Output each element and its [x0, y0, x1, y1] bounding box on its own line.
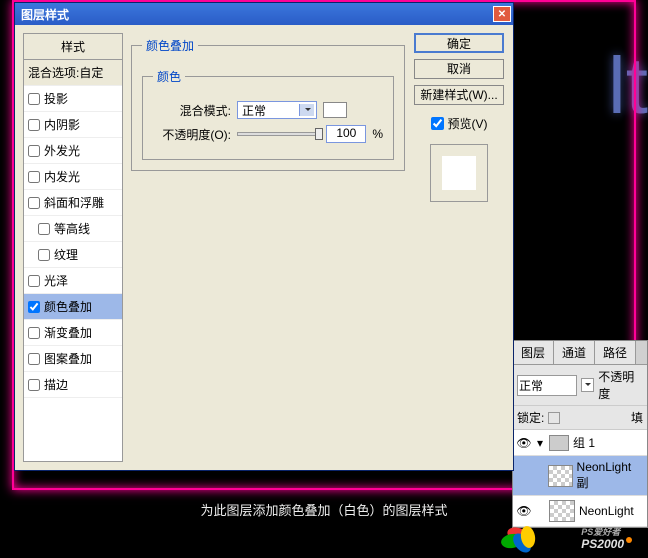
opacity-label: 不透明度(O):	[153, 126, 231, 143]
preview-checkbox[interactable]	[431, 117, 444, 130]
fill-label: 填	[631, 409, 643, 426]
styles-header[interactable]: 样式	[24, 34, 122, 60]
preview-checkbox-row[interactable]: 预览(V)	[431, 115, 488, 132]
slider-thumb[interactable]	[315, 128, 323, 140]
style-checkbox[interactable]	[28, 171, 40, 183]
style-item-内阴影[interactable]: 内阴影	[24, 112, 122, 138]
style-label: 投影	[44, 90, 68, 107]
tab-channels[interactable]: 通道	[554, 341, 595, 364]
style-label: 纹理	[54, 246, 78, 263]
style-label: 光泽	[44, 272, 68, 289]
style-item-光泽[interactable]: 光泽	[24, 268, 122, 294]
style-item-纹理[interactable]: 纹理	[24, 242, 122, 268]
blend-mode-dropdown[interactable]	[581, 378, 594, 392]
style-label: 外发光	[44, 142, 80, 159]
style-item-等高线[interactable]: 等高线	[24, 216, 122, 242]
style-checkbox[interactable]	[28, 93, 40, 105]
folder-icon	[549, 435, 569, 451]
color-swatch[interactable]	[323, 102, 347, 118]
color-overlay-fieldset: 颜色叠加 颜色 混合模式: 正常 不透明度(O): 100 %	[131, 37, 405, 171]
watermark-logo: PS爱好者 PS2000	[497, 524, 632, 554]
caption-text: 为此图层添加颜色叠加（白色）的图层样式	[0, 500, 648, 519]
color-legend: 颜色	[153, 68, 185, 85]
style-checkbox[interactable]	[28, 301, 40, 313]
opacity-slider[interactable]	[237, 132, 320, 136]
opacity-unit: %	[372, 127, 383, 141]
opacity-input[interactable]: 100	[326, 125, 366, 143]
layer-thumbnail	[548, 465, 573, 487]
style-checkbox[interactable]	[38, 223, 50, 235]
style-item-外发光[interactable]: 外发光	[24, 138, 122, 164]
dialog-title: 图层样式	[21, 6, 69, 23]
style-checkbox[interactable]	[28, 145, 40, 157]
style-checkbox[interactable]	[28, 379, 40, 391]
style-item-斜面和浮雕[interactable]: 斜面和浮雕	[24, 190, 122, 216]
style-label: 内发光	[44, 168, 80, 185]
style-item-内发光[interactable]: 内发光	[24, 164, 122, 190]
panel-tabs: 图层 通道 路径	[513, 341, 647, 365]
style-checkbox[interactable]	[28, 353, 40, 365]
visibility-icon[interactable]	[517, 469, 530, 483]
style-item-图案叠加[interactable]: 图案叠加	[24, 346, 122, 372]
lock-label: 锁定:	[517, 409, 544, 426]
style-label: 斜面和浮雕	[44, 194, 104, 211]
titlebar[interactable]: 图层样式 ✕	[15, 3, 513, 25]
style-item-描边[interactable]: 描边	[24, 372, 122, 398]
blend-mode-select[interactable]: 正常	[517, 375, 577, 396]
blend-mode-select[interactable]: 正常	[237, 101, 317, 119]
styles-list: 样式 混合选项:自定 投影内阴影外发光内发光斜面和浮雕等高线纹理光泽颜色叠加渐变…	[23, 33, 123, 462]
style-checkbox[interactable]	[28, 327, 40, 339]
style-item-颜色叠加[interactable]: 颜色叠加	[24, 294, 122, 320]
style-checkbox[interactable]	[28, 275, 40, 287]
group-name: 组 1	[573, 434, 595, 451]
tab-layers[interactable]: 图层	[513, 341, 554, 364]
layer-row[interactable]: NeonLight 副	[513, 456, 647, 496]
style-checkbox[interactable]	[28, 119, 40, 131]
preview-label: 预览(V)	[448, 115, 488, 132]
ok-button[interactable]: 确定	[414, 33, 504, 53]
style-item-投影[interactable]: 投影	[24, 86, 122, 112]
tab-paths[interactable]: 路径	[595, 341, 636, 364]
settings-panel: 颜色叠加 颜色 混合模式: 正常 不透明度(O): 100 %	[131, 33, 405, 462]
visibility-icon[interactable]: 👁	[517, 436, 531, 450]
style-label: 描边	[44, 376, 68, 393]
lock-transparency-icon[interactable]	[548, 412, 560, 424]
style-label: 等高线	[54, 220, 90, 237]
preview-swatch	[430, 144, 488, 202]
style-label: 颜色叠加	[44, 298, 92, 315]
blend-mode-label: 混合模式:	[153, 102, 231, 119]
style-checkbox[interactable]	[28, 197, 40, 209]
panel-legend: 颜色叠加	[142, 37, 198, 54]
layer-style-dialog: 图层样式 ✕ 样式 混合选项:自定 投影内阴影外发光内发光斜面和浮雕等高线纹理光…	[14, 2, 514, 471]
layer-group[interactable]: 👁 ▾ 组 1	[513, 430, 647, 456]
style-label: 内阴影	[44, 116, 80, 133]
color-fieldset: 颜色 混合模式: 正常 不透明度(O): 100 %	[142, 68, 394, 160]
cancel-button[interactable]: 取消	[414, 59, 504, 79]
style-item-渐变叠加[interactable]: 渐变叠加	[24, 320, 122, 346]
close-button[interactable]: ✕	[493, 6, 511, 22]
opacity-label: 不透明度	[598, 368, 643, 402]
style-label: 图案叠加	[44, 350, 92, 367]
style-label: 渐变叠加	[44, 324, 92, 341]
dialog-buttons: 确定 取消 新建样式(W)... 预览(V)	[413, 33, 505, 462]
layer-name: NeonLight 副	[577, 460, 643, 491]
disclosure-triangle-icon[interactable]: ▾	[535, 436, 545, 450]
style-checkbox[interactable]	[38, 249, 50, 261]
new-style-button[interactable]: 新建样式(W)...	[414, 85, 504, 105]
blending-options-item[interactable]: 混合选项:自定	[24, 60, 122, 86]
